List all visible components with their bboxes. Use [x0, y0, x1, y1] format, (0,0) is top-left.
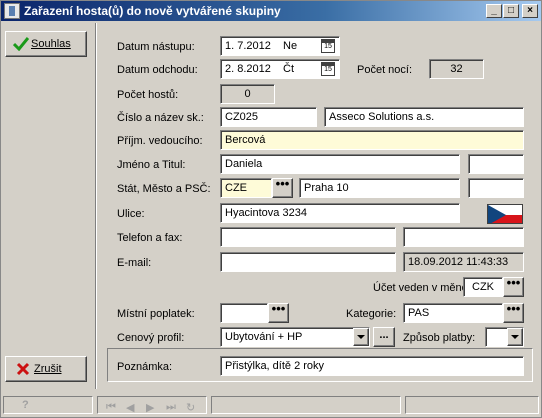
payment-method-dropdown-button[interactable]	[507, 328, 523, 346]
note-field[interactable]: Přistýlka, dítě 2 roky	[220, 356, 524, 376]
company-label: Číslo a název sk.:	[117, 112, 204, 124]
country-city-zip-label: Stát, Město a PSČ:	[117, 183, 211, 195]
dialog-window: Zařazení hosta(ů) do nově vytvářené skup…	[0, 0, 542, 418]
name-title-label: Jméno a Titul:	[117, 159, 186, 171]
company-number-field[interactable]: CZ025	[220, 107, 317, 127]
street-field[interactable]: Hyacintova 3234	[220, 203, 460, 223]
departure-label: Datum odchodu:	[117, 64, 198, 76]
lookup-dots-icon: •••	[275, 176, 290, 191]
category-lookup-button[interactable]: •••	[503, 301, 524, 323]
guests-label: Počet hostů:	[117, 89, 179, 101]
record-navigator: ⏮ ◀ ▶ ⏭ ↻	[97, 396, 207, 414]
departure-date-value: 2. 8.2012	[225, 63, 271, 75]
currency-lookup-button[interactable]: •••	[503, 275, 524, 297]
maximize-button[interactable]: □	[503, 4, 519, 18]
lookup-dots-icon: •••	[506, 301, 521, 316]
calendar-icon[interactable]: 15	[321, 39, 335, 53]
status-cell-right	[405, 396, 539, 414]
cancel-x-icon	[16, 362, 30, 376]
cancel-label: Zrušit	[34, 363, 62, 375]
leader-surname-label: Příjm. vedoucího:	[117, 135, 203, 147]
fax-field[interactable]	[403, 227, 524, 247]
first-name-field[interactable]: Daniela	[220, 154, 460, 174]
departure-day-value: Čt	[283, 63, 294, 75]
czech-flag-icon	[487, 204, 523, 224]
phone-field[interactable]	[220, 227, 396, 247]
calendar-icon[interactable]: 15	[321, 62, 335, 76]
email-field[interactable]	[220, 252, 396, 272]
title-field[interactable]	[468, 154, 524, 174]
confirm-label: Souhlas	[31, 38, 71, 50]
lookup-dots-icon: •••	[271, 301, 286, 316]
app-icon	[4, 3, 20, 19]
city-field[interactable]: Praha 10	[299, 178, 460, 198]
refresh-icon[interactable]: ↻	[186, 401, 195, 414]
title-bar: Zařazení hosta(ů) do nově vytvářené skup…	[1, 1, 541, 21]
leader-surname-field[interactable]: Bercová	[220, 130, 524, 150]
arrival-date-value: 1. 7.2012	[225, 40, 271, 52]
help-icon[interactable]: ?	[22, 399, 29, 411]
next-record-icon[interactable]: ▶	[146, 401, 154, 414]
category-field[interactable]: PAS	[403, 303, 503, 323]
left-panel-divider	[95, 23, 97, 389]
nights-field: 32	[429, 59, 484, 79]
minimize-button[interactable]: _	[486, 4, 502, 18]
window-title: Zařazení hosta(ů) do nově vytvářené skup…	[24, 4, 281, 18]
local-fee-lookup-button[interactable]: •••	[268, 301, 289, 323]
status-cell-help: ?	[3, 396, 93, 414]
cancel-button[interactable]: Zrušit	[5, 356, 87, 382]
email-label: E-mail:	[117, 257, 152, 269]
status-cell-main	[211, 396, 401, 414]
chevron-down-icon	[357, 335, 365, 339]
payment-method-label: Způsob platby:	[403, 332, 476, 344]
currency-label: Účet veden v měně:	[373, 282, 471, 294]
price-profile-ellipsis-button[interactable]: ...	[373, 327, 395, 347]
currency-field[interactable]: CZK	[463, 277, 503, 297]
check-icon	[13, 37, 29, 51]
first-record-icon[interactable]: ⏮	[106, 401, 116, 414]
local-fee-field[interactable]	[220, 303, 268, 323]
departure-date-field[interactable]: 2. 8.2012 Čt 15	[220, 59, 340, 79]
note-label: Poznámka:	[117, 361, 173, 373]
zip-field[interactable]	[468, 178, 524, 198]
lookup-dots-icon: •••	[506, 275, 521, 290]
chevron-down-icon	[511, 335, 519, 339]
nights-label: Počet nocí:	[357, 64, 413, 76]
arrival-label: Datum nástupu:	[117, 41, 195, 53]
local-fee-label: Místní poplatek:	[117, 308, 195, 320]
phone-fax-label: Telefon a fax:	[117, 232, 183, 244]
country-field[interactable]: CZE	[220, 178, 272, 198]
country-lookup-button[interactable]: •••	[272, 176, 293, 198]
category-label: Kategorie:	[346, 308, 397, 320]
street-label: Ulice:	[117, 208, 145, 220]
status-bar: ? ⏮ ◀ ▶ ⏭ ↻	[1, 393, 541, 417]
price-profile-select[interactable]: Ubytování + HP	[220, 327, 370, 347]
close-button[interactable]: ×	[522, 4, 538, 18]
prev-record-icon[interactable]: ◀	[126, 401, 134, 414]
created-timestamp-field: 18.09.2012 11:43:33	[403, 252, 524, 272]
price-profile-dropdown-button[interactable]	[353, 328, 369, 346]
guests-field: 0	[220, 84, 275, 104]
confirm-button[interactable]: Souhlas	[5, 31, 87, 57]
company-name-field[interactable]: Asseco Solutions a.s.	[324, 107, 524, 127]
price-profile-label: Cenový profil:	[117, 332, 185, 344]
arrival-day-value: Ne	[283, 40, 298, 52]
last-record-icon[interactable]: ⏭	[166, 401, 176, 414]
arrival-date-field[interactable]: 1. 7.2012 Ne 15	[220, 36, 340, 56]
